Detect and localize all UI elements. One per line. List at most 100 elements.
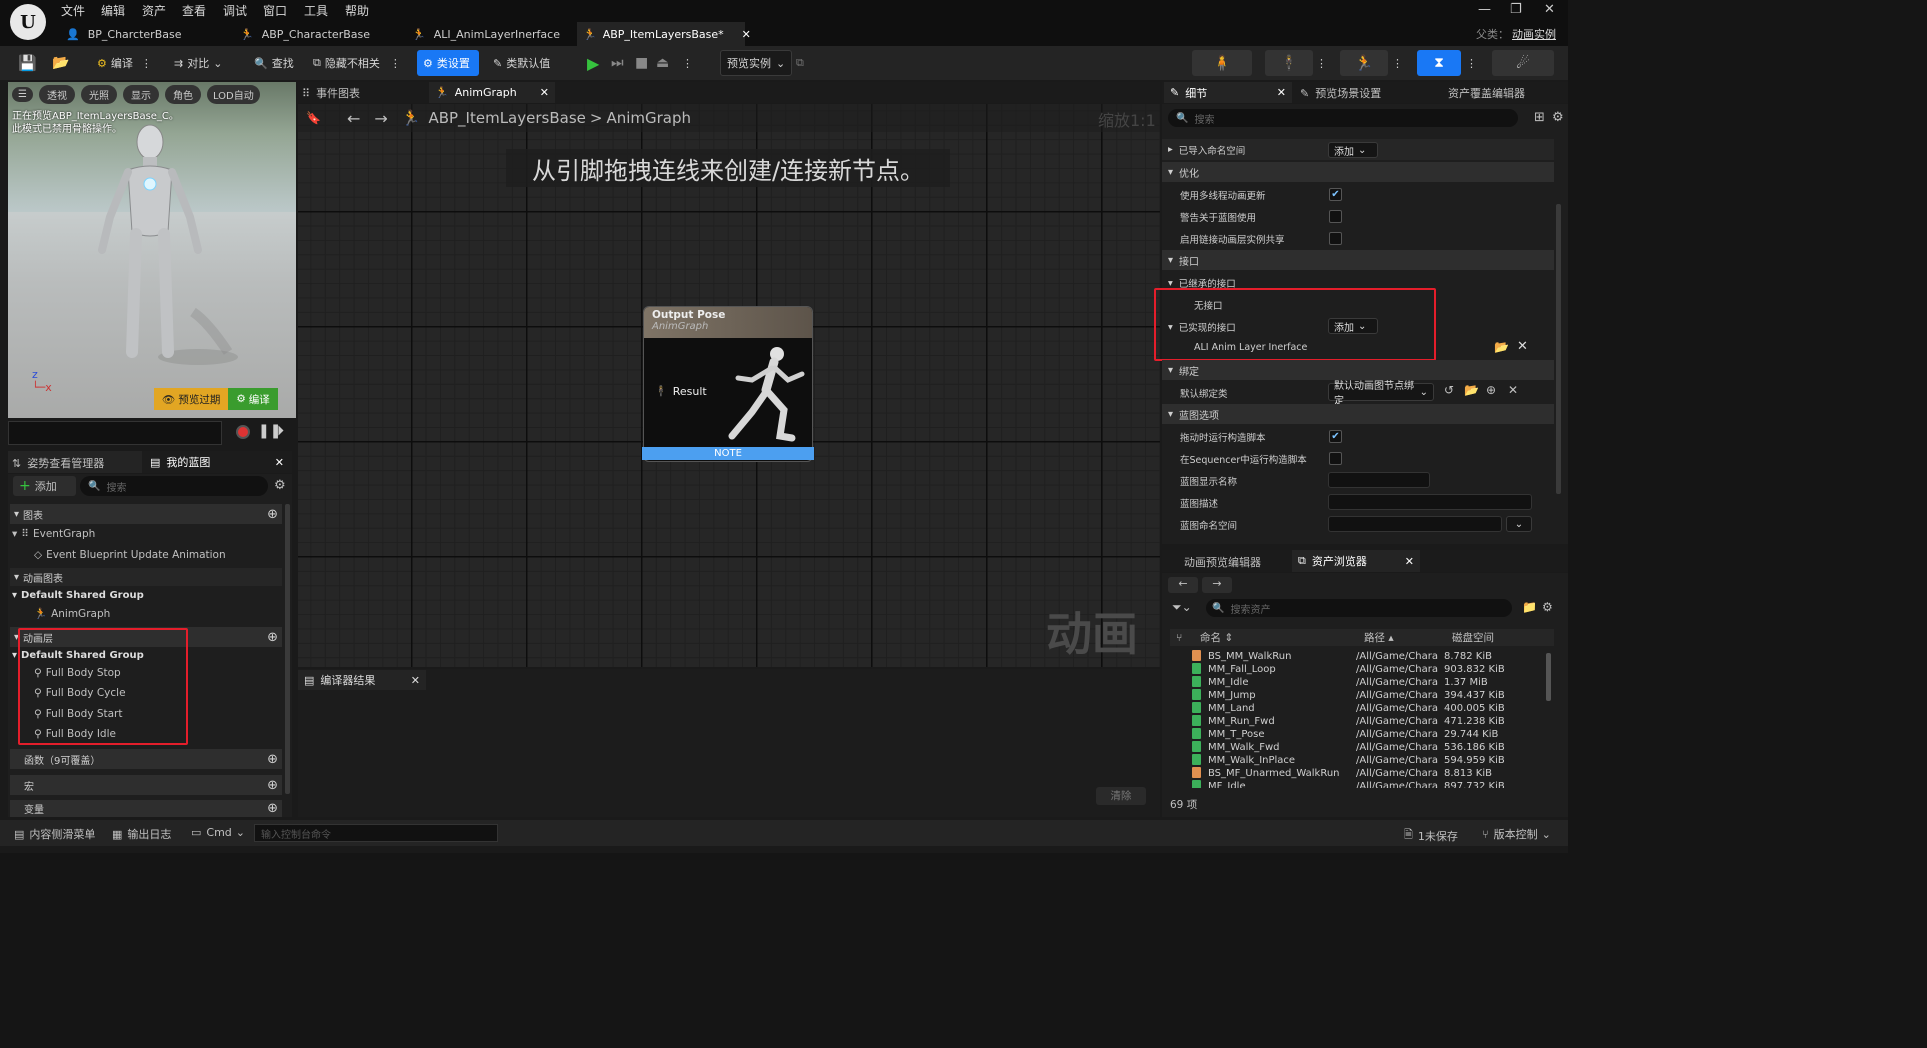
save-icon[interactable]: 💾 — [18, 50, 37, 76]
asset-row[interactable]: MM_Jump/All/Game/Chara 394.437 KiB — [1170, 688, 1550, 702]
unsaved-button[interactable]: 🗎 1未保存 — [1404, 826, 1458, 845]
cmd-dropdown[interactable]: ▭ Cmd ⌄ — [191, 826, 245, 839]
menu-edit[interactable]: 编辑 — [101, 2, 125, 19]
add-button[interactable]: + 添加 — [13, 476, 76, 496]
forward-arrow-icon[interactable]: → — [1202, 577, 1232, 593]
clear-button[interactable]: 清除 — [1096, 787, 1146, 805]
minimize-icon[interactable]: — — [1478, 2, 1491, 17]
add-layer-icon[interactable]: ⊕ — [267, 630, 278, 645]
hierarchy-icon[interactable]: ⑂ — [1170, 632, 1200, 644]
tree-default-group[interactable]: ▾ Default Shared Group — [12, 590, 144, 601]
diff-button[interactable]: ⇉ 对比 ⌄ — [174, 50, 222, 76]
mesh-mode-button[interactable]: 🕴 — [1265, 50, 1313, 76]
add-variable-icon[interactable]: ⊕ — [267, 801, 278, 816]
menu-debug[interactable]: 调试 — [223, 2, 247, 19]
section-macros[interactable]: 宏 ⊕ — [10, 775, 282, 795]
menu-window[interactable]: 窗口 — [263, 2, 287, 19]
filter-icon[interactable]: ⏷⌄ — [1172, 600, 1192, 615]
col-path[interactable]: 路径 ▴ — [1364, 630, 1452, 645]
close-icon[interactable]: ✕ — [275, 456, 284, 469]
skeleton-mode-button[interactable]: 🧍 — [1192, 50, 1252, 76]
class-defaults-button[interactable]: ✎ 类默认值 — [493, 50, 550, 76]
more-icon[interactable]: ⋮ — [682, 50, 693, 76]
tab-asset-override[interactable]: 资产覆盖编辑器 — [1448, 85, 1525, 101]
preview-instance-select[interactable]: 预览实例 ⌄ — [720, 50, 793, 76]
blueprint-mode-button[interactable]: ⧗ — [1417, 50, 1461, 76]
menu-file[interactable]: 文件 — [61, 2, 85, 19]
tab-details[interactable]: ✎ 细节 ✕ — [1164, 82, 1292, 103]
node-note[interactable]: NOTE — [642, 447, 814, 460]
col-size[interactable]: 磁盘空间 — [1452, 630, 1552, 645]
section-bp-options[interactable]: ▾ 蓝图选项 — [1162, 404, 1554, 424]
binding-class-dropdown[interactable]: 默认动画图节点绑定 ⌄ — [1328, 381, 1434, 407]
browse-icon[interactable]: 📂 — [52, 50, 69, 76]
asset-search-input[interactable]: 🔍 搜索资产 — [1206, 599, 1512, 617]
tab-abp-character-base[interactable]: 🏃 ABP_CharacterBase — [234, 22, 404, 46]
hide-unrelated-button[interactable]: ⧉ 隐藏不相关 ⋮ — [313, 50, 401, 76]
tab-preview-scene[interactable]: ✎ 预览场景设置 — [1300, 85, 1381, 101]
tab-compiler-results[interactable]: ▤ 编译器结果 ✕ — [298, 670, 426, 690]
record-icon[interactable] — [236, 425, 250, 439]
checkbox-run-construct-seq[interactable] — [1329, 452, 1342, 465]
asset-row[interactable]: MM_Walk_Fwd/All/Game/Chara 536.186 KiB — [1170, 740, 1550, 754]
restore-icon[interactable]: ❐ — [1510, 2, 1522, 17]
tab-pose-watch[interactable]: ⇅ 姿势查看管理器 — [12, 455, 104, 471]
close-icon[interactable]: ✕ — [1405, 555, 1414, 568]
back-arrow-icon[interactable]: ← — [1168, 577, 1198, 593]
character-button[interactable]: 角色 — [164, 85, 201, 104]
remove-interface-icon[interactable]: ✕ — [1517, 339, 1528, 354]
checkbox-use-multithread[interactable]: ✔ — [1329, 188, 1342, 201]
display-name-input[interactable] — [1328, 472, 1430, 488]
debug-object-icon[interactable]: ⧉ — [796, 50, 804, 76]
compile-button[interactable]: ⚙ 编译 ⋮ — [97, 50, 152, 76]
browse-interface-icon[interactable]: 📂 — [1494, 340, 1509, 354]
stop-icon[interactable]: ■ — [635, 50, 648, 76]
section-functions[interactable]: 函数（9可覆盖） ⊕ — [10, 749, 282, 769]
menu-assets[interactable]: 资产 — [142, 2, 166, 19]
close-window-icon[interactable]: ✕ — [1544, 2, 1555, 17]
asset-row[interactable]: MM_Run_Fwd/All/Game/Chara 471.238 KiB — [1170, 714, 1550, 728]
perspective-button[interactable]: 透视 — [38, 85, 75, 104]
tab-abp-item-layers-base[interactable]: 🏃 ABP_ItemLayersBase* ✕ — [577, 22, 751, 46]
browse-icon[interactable]: 📂 — [1464, 383, 1479, 397]
menu-help[interactable]: 帮助 — [345, 2, 369, 19]
add-circle-icon[interactable]: ⊕ — [1486, 383, 1496, 397]
section-optimization[interactable]: ▾ 优化 — [1162, 162, 1554, 182]
tree-event-graph[interactable]: ▾ ⠿ EventGraph — [12, 528, 95, 540]
lod-button[interactable]: LOD自动 — [206, 85, 260, 104]
close-icon[interactable]: ✕ — [411, 674, 420, 687]
animation-mode-button[interactable]: 🏃 — [1340, 50, 1388, 76]
eject-icon[interactable]: ⏏ — [656, 50, 669, 76]
folder-icon[interactable]: 📁 — [1522, 600, 1537, 614]
class-settings-button[interactable]: ⚙ 类设置 — [417, 50, 479, 76]
scrollbar[interactable] — [285, 504, 290, 794]
more-icon[interactable]: ⋮ — [1466, 50, 1477, 76]
preview-viewport[interactable]: ☰ 透视 光照 显示 角色 LOD自动 正在预览ABP_ItemLayersBa… — [8, 82, 296, 418]
section-graphs[interactable]: ▾ 图表 ⊕ — [10, 504, 282, 524]
checkbox-enable-linked-share[interactable] — [1329, 232, 1342, 245]
tree-event-update[interactable]: ◇ Event Blueprint Update Animation — [34, 549, 226, 561]
tab-anim-preview-editor[interactable]: 动画预览编辑器 — [1184, 554, 1261, 570]
hamburger-icon[interactable]: ☰ — [12, 87, 33, 102]
asset-row[interactable]: MM_Land/All/Game/Chara 400.005 KiB — [1170, 701, 1550, 715]
checkbox-warn-bp-usage[interactable] — [1329, 210, 1342, 223]
step-icon[interactable]: ⏭ — [611, 50, 624, 76]
add-graph-icon[interactable]: ⊕ — [267, 507, 278, 522]
tab-anim-graph[interactable]: 🏃 AnimGraph ✕ — [429, 82, 555, 103]
console-input[interactable]: 输入控制台命令 — [254, 824, 498, 842]
reset-icon[interactable]: ↺ — [1444, 383, 1454, 397]
tab-event-graph[interactable]: ⠿ 事件图表 — [302, 85, 360, 101]
breadcrumb-graph[interactable]: AnimGraph — [606, 109, 691, 127]
graph-canvas[interactable]: 🔖 ← → 🏃 ABP_ItemLayersBase > AnimGraph 缩… — [298, 104, 1160, 667]
asset-row[interactable]: MM_Walk_InPlace/All/Game/Chara 594.959 Ki… — [1170, 753, 1550, 767]
show-button[interactable]: 显示 — [122, 85, 159, 104]
details-search-input[interactable]: 🔍 搜索 — [1168, 109, 1518, 127]
description-input[interactable] — [1328, 494, 1532, 510]
content-drawer-button[interactable]: ▤ 内容侧滑菜单 — [14, 826, 95, 842]
physics-mode-button[interactable]: ☄ — [1492, 50, 1554, 76]
tab-asset-browser[interactable]: ⧉ 资产浏览器 ✕ — [1292, 550, 1420, 572]
section-interfaces[interactable]: ▾ 接口 — [1162, 250, 1554, 270]
scrollbar[interactable] — [1546, 653, 1551, 701]
asset-row[interactable]: MM_Idle/All/Game/Chara 1.37 MiB — [1170, 675, 1550, 689]
bookmark-icon[interactable]: 🔖 — [306, 111, 321, 125]
